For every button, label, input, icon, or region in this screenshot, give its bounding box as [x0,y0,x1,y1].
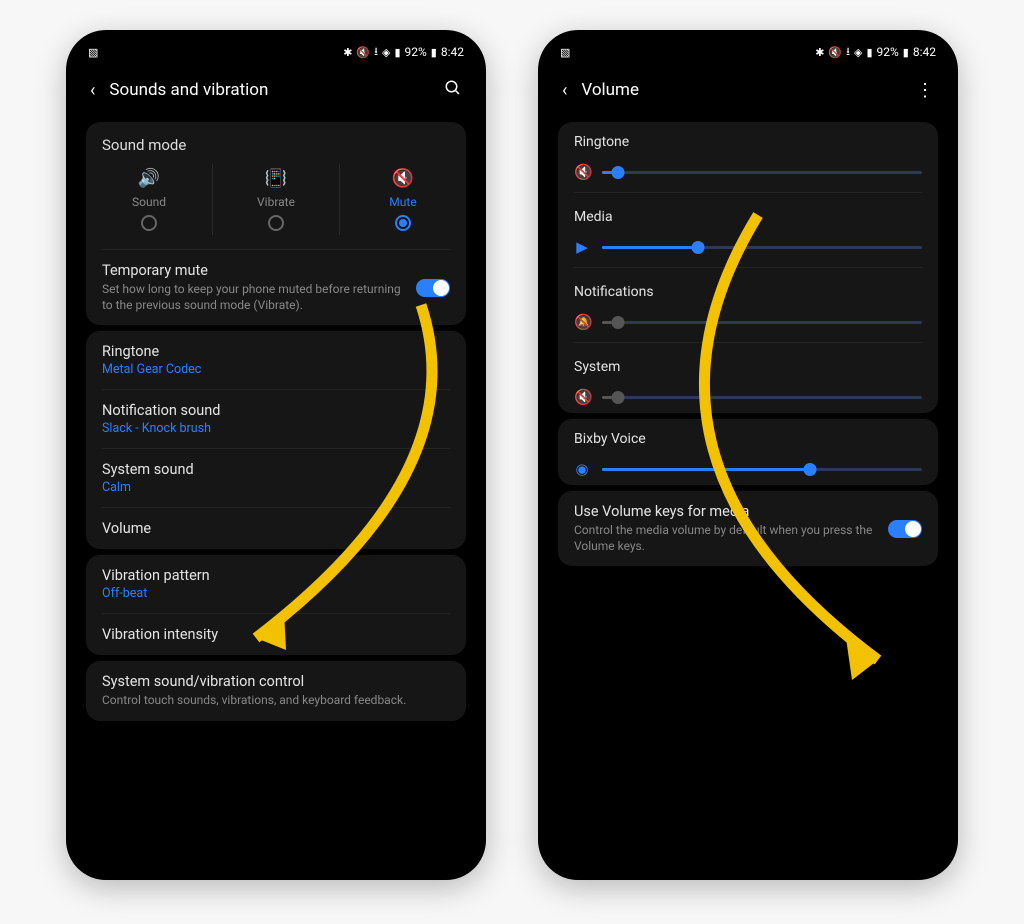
sound-mode-options: 🔊 Sound 📳 Vibrate 🔇 Mute [86,164,466,249]
sounds-card: Ringtone Metal Gear Codec Notification s… [86,331,466,549]
bluetooth-icon: ✱ [343,46,352,59]
system-sound-row[interactable]: System sound Calm [86,449,466,507]
bixby-slider-row: Bixby Voice ◉ [558,419,938,485]
vibration-intensity-row[interactable]: Vibration intensity [86,614,466,655]
system-sound-vibration-row[interactable]: System sound/vibration control Control t… [86,661,466,720]
vibration-card: Vibration pattern Off-beat Vibration int… [86,555,466,655]
gear-off-icon: 🔇 [574,388,590,406]
sound-mode-sound[interactable]: 🔊 Sound [86,164,213,235]
system-slider-row: System 🔇 [558,347,938,413]
phone-right-frame: ▧ ✱ 🔇 ⭳ ◈ ▮ 92% ▮ 8:42 ‹ Volume ⋮ Ringto… [538,30,958,880]
mute-icon: 🔇 [392,168,414,189]
vibrate-icon: 📳 [265,168,287,189]
page-title: Sounds and vibration [109,80,430,100]
sound-mode-vibrate[interactable]: 📳 Vibrate [213,164,340,235]
screen-left: ▧ ✱ 🔇 ⭳ ◈ ▮ 92% ▮ 8:42 ‹ Sounds and vibr… [76,40,476,870]
screen-right: ▧ ✱ 🔇 ⭳ ◈ ▮ 92% ▮ 8:42 ‹ Volume ⋮ Ringto… [548,40,948,870]
wifi-icon: ◈ [382,46,390,59]
battery-pct: 92% [877,45,899,59]
media-keys-card: Use Volume keys for media Control the me… [558,491,938,566]
signal-icon: ▮ [394,46,400,59]
volume-sliders-card: Ringtone 🔇 Media ▶ [558,122,938,413]
battery-pct: 92% [405,45,427,59]
bluetooth-icon: ✱ [815,46,824,59]
bixby-icon: ◉ [574,460,590,478]
speaker-icon: 🔊 [138,168,160,189]
mute-icon: 🔇 [574,163,590,181]
notifications-slider-row: Notifications 🔕 [558,272,938,347]
bixby-slider[interactable] [602,468,922,471]
back-icon[interactable]: ‹ [562,80,567,101]
notification-sound-row[interactable]: Notification sound Slack - Knock brush [86,390,466,448]
phone-left-frame: ▧ ✱ 🔇 ⭳ ◈ ▮ 92% ▮ 8:42 ‹ Sounds and vibr… [66,30,486,880]
nav-bar: ‹ Sounds and vibration [76,64,476,116]
temp-mute-desc: Set how long to keep your phone muted be… [102,281,414,313]
download-icon: ⭳ [846,43,850,62]
battery-icon: ▮ [431,46,437,59]
more-icon[interactable]: ⋮ [916,80,934,101]
temporary-mute-row[interactable]: Temporary mute Set how long to keep your… [86,250,466,325]
system-slider[interactable] [602,396,922,399]
media-slider[interactable] [602,246,922,249]
volume-row[interactable]: Volume [86,508,466,549]
temp-mute-label: Temporary mute [102,262,414,279]
download-icon: ⭳ [374,43,378,62]
radio-mute [395,215,411,231]
nav-bar: ‹ Volume ⋮ [548,64,948,116]
bell-off-icon: 🔕 [574,313,590,331]
page-title: Volume [581,80,902,100]
search-icon[interactable] [444,79,462,102]
volume-keys-media-toggle[interactable] [888,520,922,538]
bixby-card: Bixby Voice ◉ [558,419,938,485]
ringtone-row[interactable]: Ringtone Metal Gear Codec [86,331,466,389]
signal-icon: ▮ [866,46,872,59]
image-icon: ▧ [88,46,98,59]
clock: 8:42 [913,45,936,59]
status-bar: ▧ ✱ 🔇 ⭳ ◈ ▮ 92% ▮ 8:42 [548,40,948,64]
image-icon: ▧ [560,46,570,59]
volume-keys-media-row[interactable]: Use Volume keys for media Control the me… [558,491,938,566]
mute-icon: 🔇 [356,46,370,59]
vibration-pattern-row[interactable]: Vibration pattern Off-beat [86,555,466,613]
temp-mute-toggle[interactable] [416,279,450,297]
back-icon[interactable]: ‹ [90,80,95,101]
media-slider-row: Media ▶ [558,197,938,272]
notifications-slider[interactable] [602,321,922,324]
system-sound-card: System sound/vibration control Control t… [86,661,466,720]
sound-mode-heading: Sound mode [86,122,466,164]
ringtone-slider[interactable] [602,171,922,174]
status-bar: ▧ ✱ 🔇 ⭳ ◈ ▮ 92% ▮ 8:42 [76,40,476,64]
ringtone-slider-row: Ringtone 🔇 [558,122,938,197]
battery-icon: ▮ [903,46,909,59]
clock: 8:42 [441,45,464,59]
wifi-icon: ◈ [854,46,862,59]
radio-vibrate [268,215,284,231]
play-icon: ▶ [574,238,590,256]
mute-icon: 🔇 [828,46,842,59]
sound-mode-card: Sound mode 🔊 Sound 📳 Vibrate 🔇 Mute [86,122,466,325]
radio-sound [141,215,157,231]
sound-mode-mute[interactable]: 🔇 Mute [340,164,466,235]
